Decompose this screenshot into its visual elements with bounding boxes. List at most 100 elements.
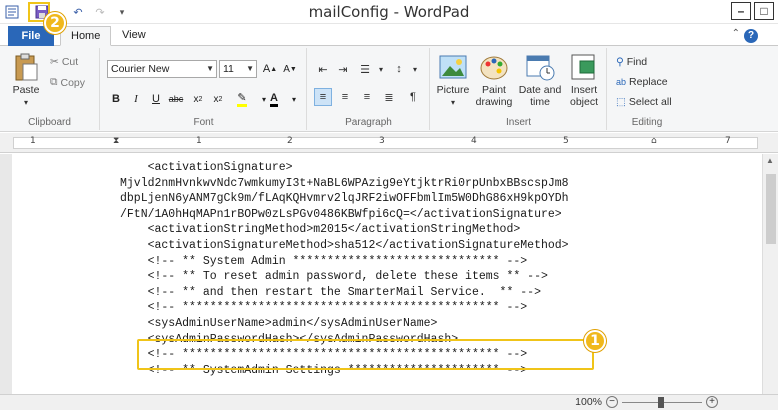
editing-group-label: Editing — [631, 117, 663, 128]
chevron-down-icon: ▼ — [246, 64, 254, 73]
editing-group: ⚲ Find ab Replace ⬚ Select all Editing — [608, 48, 686, 130]
font-size-value: 11 — [223, 63, 234, 75]
italic-button[interactable]: I — [127, 90, 145, 108]
ribbon: Paste ▾ ✂ Cut ⧉ Copy Clipboard Courier New ▼… — [0, 46, 778, 132]
bullet-dropdown-icon[interactable]: ▾ — [372, 60, 390, 78]
justify-icon[interactable]: ≣ — [380, 88, 398, 106]
replace-label: Replace — [629, 76, 668, 88]
doc-line: <activationSignature> — [120, 161, 293, 174]
align-left-icon[interactable]: ≡ — [314, 88, 332, 106]
align-center-icon[interactable]: ≡ — [336, 88, 354, 106]
find-label: Find — [626, 56, 648, 68]
zoom-control: 100% − + — [575, 396, 718, 408]
font-size-select[interactable]: 11 ▼ — [219, 60, 257, 78]
font-color-button[interactable]: A — [265, 90, 283, 108]
cut-icon: ✂ — [50, 56, 59, 68]
replace-button[interactable]: ab Replace — [616, 76, 668, 88]
callout-badge-2: 2 — [44, 12, 66, 34]
paint-drawing-button[interactable]: Paint drawing — [473, 52, 515, 108]
left-indent-marker-icon[interactable]: ⧗ — [113, 136, 119, 146]
paint-label-2: drawing — [475, 96, 513, 108]
date-time-button[interactable]: Date and time — [517, 52, 563, 108]
zoom-in-icon[interactable]: + — [706, 396, 718, 408]
find-button[interactable]: ⚲ Find — [616, 56, 647, 68]
paragraph-group: ⇤ ⇥ ☰ ▾ ↕ ▾ ≡ ≡ ≡ ≣ ¶ Paragraph — [308, 48, 430, 130]
zoom-out-icon[interactable]: − — [606, 396, 618, 408]
chevron-down-icon: ▼ — [206, 64, 214, 73]
scroll-up-icon[interactable]: ▲ — [766, 156, 774, 165]
picture-label: Picture — [436, 84, 470, 96]
select-all-button[interactable]: ⬚ Select all — [616, 96, 672, 108]
font-group: Courier New ▼ 11 ▼ A ▲ A ▼ B I U abc x2 x2 ✎… — [101, 48, 307, 130]
doc-line: <!-- ** and then restart the SmarterMail… — [120, 285, 541, 299]
ruler-number: 5 — [563, 136, 569, 146]
chevron-down-icon: ▾ — [450, 98, 455, 107]
grow-font-button[interactable]: A ▲ — [261, 60, 279, 78]
highlight-color-button[interactable]: ✎ — [233, 90, 251, 108]
font-color-icon: A — [270, 92, 278, 107]
paint-label-1: Paint — [482, 84, 506, 96]
clipboard-group-label: Clipboard — [28, 117, 71, 128]
zoom-level: 100% — [575, 396, 602, 408]
datetime-label-2: time — [530, 96, 550, 108]
title-bar: ↶ ↷ ▾ mailConfig - WordPad – □ — [0, 0, 778, 24]
replace-icon: ab — [616, 77, 627, 87]
copy-label: Copy — [60, 76, 86, 89]
underline-button[interactable]: U — [147, 90, 165, 108]
font-color-dropdown-icon[interactable]: ▾ — [285, 90, 303, 108]
copy-icon: ⧉ — [50, 76, 58, 88]
paste-button[interactable]: Paste ▾ — [8, 52, 44, 109]
highlighter-icon: ✎ — [237, 91, 247, 107]
callout-badge-1: 1 — [584, 330, 606, 352]
maximize-button[interactable]: □ — [754, 2, 774, 20]
vertical-scrollbar[interactable]: ▲ — [762, 154, 778, 394]
scrollbar-thumb[interactable] — [766, 174, 776, 244]
ruler-band — [13, 137, 758, 149]
shrink-font-button[interactable]: A ▼ — [281, 60, 299, 78]
insert-object-icon — [571, 54, 595, 80]
calendar-clock-icon — [526, 55, 555, 81]
select-all-icon: ⬚ — [616, 96, 626, 108]
line-spacing-dropdown-icon[interactable]: ▾ — [406, 60, 424, 78]
doc-line-sysadmin-username: <sysAdminUserName>admin</sysAdminUserNam… — [120, 316, 438, 330]
copy-button[interactable]: ⧉ Copy — [50, 76, 85, 89]
paint-palette-icon — [480, 56, 508, 80]
zoom-slider[interactable] — [622, 396, 702, 408]
paragraph-settings-icon[interactable]: ¶ — [404, 88, 422, 106]
picture-icon — [439, 55, 467, 79]
cut-label: Cut — [61, 56, 79, 68]
doc-line: dbpLjenN6yANM7gCk9m/fLAqKQHvmrv2lqJRF2iw… — [120, 192, 569, 206]
ruler-number: 4 — [471, 136, 477, 146]
right-indent-marker-icon[interactable]: ⌂ — [651, 136, 657, 146]
strikethrough-button[interactable]: abc — [167, 90, 185, 108]
minimize-button[interactable]: – — [731, 2, 751, 20]
subscript-button[interactable]: x2 — [189, 90, 207, 108]
select-all-label: Select all — [628, 96, 672, 108]
font-family-select[interactable]: Courier New ▼ — [107, 60, 217, 78]
doc-line: <activationStringMethod>m2015</activatio… — [120, 223, 521, 237]
ruler-number: 2 — [287, 136, 293, 146]
help-icon[interactable]: ? — [744, 29, 758, 43]
align-right-icon[interactable]: ≡ — [358, 88, 376, 106]
tab-home[interactable]: Home — [60, 26, 112, 46]
picture-button[interactable]: Picture ▾ — [435, 52, 471, 109]
tab-view[interactable]: View — [112, 26, 156, 46]
increase-indent-icon[interactable]: ⇥ — [334, 60, 352, 78]
insert-object-button[interactable]: Insert object — [565, 52, 603, 108]
superscript-button[interactable]: x2 — [209, 90, 227, 108]
font-family-value: Courier New — [111, 63, 170, 75]
zoom-slider-knob[interactable] — [658, 396, 664, 408]
font-group-label: Font — [193, 117, 214, 128]
doc-line: Mjvld2nmHvnkwvNdc7wmkumyI3t+NaBL6WPAzig9… — [120, 176, 569, 190]
ruler-number: 7 — [725, 136, 731, 146]
paste-dropdown-icon[interactable]: ▾ — [24, 98, 28, 107]
password-hash-highlight-box — [137, 339, 594, 370]
doc-line: <!-- ** System Admin *******************… — [120, 254, 528, 268]
ribbon-tabs: File Home View ⌃ ? — [0, 24, 778, 46]
ruler[interactable]: 1 ⧗ 1 2 3 4 5 ⌂ 7 — [0, 133, 778, 153]
cut-button[interactable]: ✂ Cut — [50, 56, 78, 68]
collapse-ribbon-icon[interactable]: ⌃ — [732, 28, 740, 39]
decrease-indent-icon[interactable]: ⇤ — [314, 60, 332, 78]
bold-button[interactable]: B — [107, 90, 125, 108]
binoculars-icon: ⚲ — [616, 56, 624, 68]
